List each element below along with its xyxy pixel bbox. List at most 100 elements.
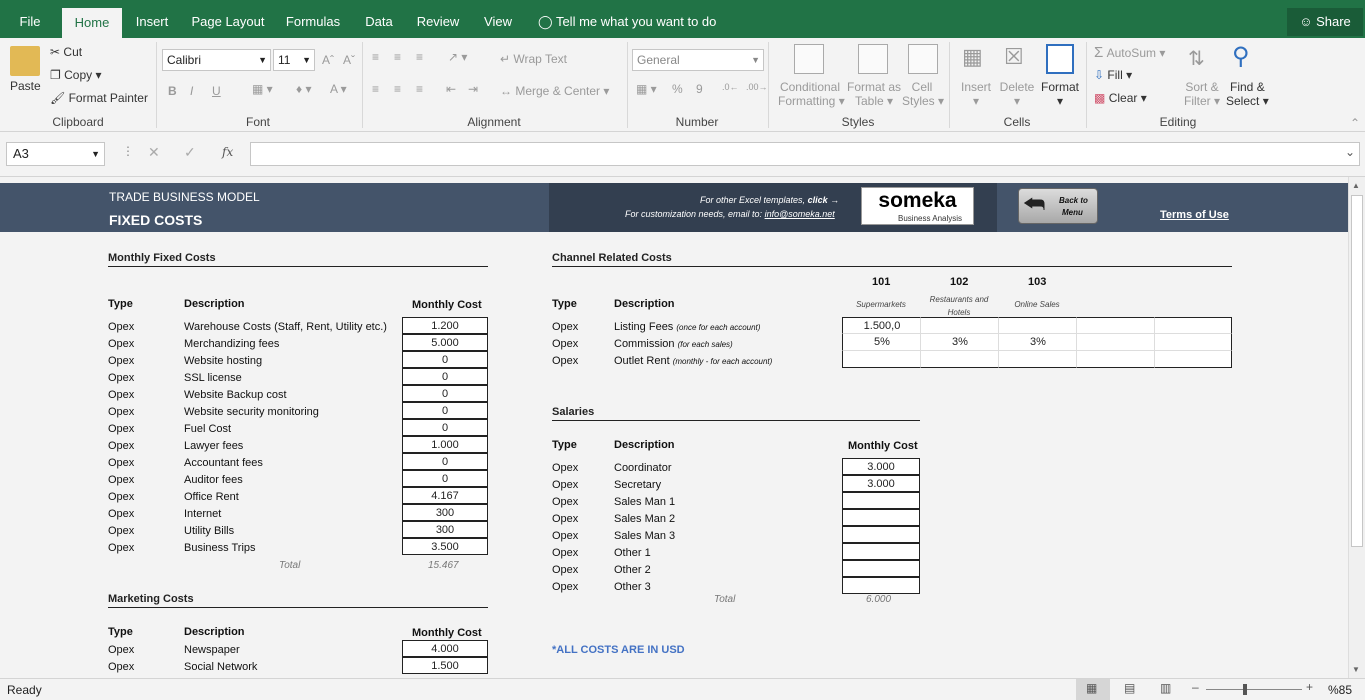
format-as-table-button[interactable]: Format as Table ▾	[846, 80, 902, 108]
someka-logo[interactable]: someka Business Analysis	[861, 187, 974, 225]
promo-click-link[interactable]: click	[808, 195, 828, 205]
channel-value-cell[interactable]	[1154, 334, 1232, 351]
merge-center-button[interactable]: ↔ Merge & Center ▾	[500, 84, 609, 98]
format-painter-button[interactable]: 🖌 Format Painter	[50, 91, 148, 105]
channel-value-cell[interactable]	[920, 317, 999, 334]
percent-button[interactable]: %	[672, 82, 683, 96]
tab-file[interactable]: File	[8, 0, 52, 38]
monthly-row-cost[interactable]: 1.000	[402, 436, 488, 453]
monthly-row-cost[interactable]: 0	[402, 470, 488, 487]
monthly-row-cost[interactable]: 300	[402, 504, 488, 521]
delete-cells-button[interactable]: Delete ▾	[998, 80, 1036, 108]
cut-button[interactable]: ✂ Cut	[50, 45, 82, 59]
cell-styles-button[interactable]: Cell Styles ▾	[902, 80, 944, 108]
channel-value-cell[interactable]	[998, 317, 1077, 334]
collapse-ribbon-icon[interactable]: ⌃	[1350, 116, 1360, 130]
tab-insert[interactable]: Insert	[128, 0, 176, 38]
font-name-select[interactable]: Calibri ▼	[162, 49, 271, 71]
channel-value-cell[interactable]	[920, 351, 999, 368]
scroll-down-icon[interactable]: ▼	[1352, 665, 1360, 674]
salary-row-cost[interactable]	[842, 492, 920, 509]
salary-row-cost[interactable]	[842, 509, 920, 526]
paste-button[interactable]: Paste	[10, 79, 41, 93]
formula-input[interactable]: ⌄	[250, 142, 1360, 166]
insert-cells-button[interactable]: Insert ▾	[958, 80, 994, 108]
channel-value-cell[interactable]: 3%	[920, 334, 999, 351]
wrap-text-button[interactable]: ↵ Wrap Text	[500, 52, 567, 66]
underline-button[interactable]: U	[212, 84, 221, 98]
channel-value-cell[interactable]	[1154, 317, 1232, 334]
tab-view[interactable]: View	[474, 0, 522, 38]
fill-button[interactable]: ⇩ Fill ▾	[1094, 68, 1132, 82]
font-size-select[interactable]: 11 ▼	[273, 49, 315, 71]
fill-color-icon[interactable]: ♦ ▾	[296, 82, 311, 96]
normal-view-button[interactable]: ▦	[1076, 679, 1110, 700]
insert-function-icon[interactable]: fx	[222, 145, 233, 159]
zoom-in-icon[interactable]: +	[1306, 680, 1313, 694]
comma-button[interactable]: 9	[696, 82, 703, 96]
align-center-icon[interactable]: ≡	[394, 82, 401, 96]
tell-me-search[interactable]: ◯ Tell me what you want to do	[538, 0, 718, 38]
increase-decimal-icon[interactable]: .0←	[722, 82, 739, 92]
sort-filter-button[interactable]: Sort & Filter ▾	[1184, 80, 1220, 108]
copy-button[interactable]: ❐ Copy ▾	[50, 68, 101, 82]
monthly-row-cost[interactable]: 0	[402, 453, 488, 470]
marketing-row-cost[interactable]: 4.000	[402, 640, 488, 657]
salary-row-cost[interactable]	[842, 526, 920, 543]
back-to-menu-button[interactable]: ⮪ Back to Menu	[1018, 188, 1098, 224]
align-top-icon[interactable]: ≡	[372, 50, 379, 64]
number-format-select[interactable]: General ▼	[632, 49, 764, 71]
tab-formulas[interactable]: Formulas	[280, 0, 346, 38]
share-button[interactable]: ☺ Share	[1287, 8, 1363, 36]
font-color-icon[interactable]: A ▾	[330, 82, 347, 96]
find-select-button[interactable]: Find & Select ▾	[1226, 80, 1269, 108]
monthly-row-cost[interactable]: 0	[402, 385, 488, 402]
channel-value-cell[interactable]: 3%	[998, 334, 1077, 351]
channel-value-cell[interactable]	[1076, 351, 1155, 368]
channel-value-cell[interactable]	[1076, 334, 1155, 351]
scroll-up-icon[interactable]: ▲	[1352, 181, 1360, 190]
align-bottom-icon[interactable]: ≡	[416, 50, 423, 64]
salary-row-cost[interactable]	[842, 577, 920, 594]
italic-button[interactable]: I	[190, 84, 193, 98]
name-box[interactable]: A3 ▼	[6, 142, 105, 166]
page-break-view-icon[interactable]: ▥	[1160, 681, 1171, 695]
currency-icon[interactable]: ▦ ▾	[636, 82, 657, 96]
monthly-row-cost[interactable]: 300	[402, 521, 488, 538]
grow-font-icon[interactable]: Aˆ	[322, 53, 334, 67]
zoom-level[interactable]: %85	[1328, 683, 1352, 697]
email-link[interactable]: info@someka.net	[765, 209, 835, 219]
channel-value-cell[interactable]	[998, 351, 1077, 368]
monthly-row-cost[interactable]: 0	[402, 402, 488, 419]
zoom-slider[interactable]	[1206, 689, 1302, 690]
zoom-slider-thumb[interactable]	[1243, 684, 1247, 695]
borders-icon[interactable]: ▦ ▾	[252, 82, 273, 96]
monthly-row-cost[interactable]: 0	[402, 419, 488, 436]
terms-of-use-link[interactable]: Terms of Use	[1160, 209, 1229, 221]
monthly-row-cost[interactable]: 3.500	[402, 538, 488, 555]
align-left-icon[interactable]: ≡	[372, 82, 379, 96]
page-layout-view-icon[interactable]: ▤	[1124, 681, 1135, 695]
scroll-thumb[interactable]	[1351, 195, 1363, 547]
salary-row-cost[interactable]: 3.000	[842, 475, 920, 492]
tab-data[interactable]: Data	[356, 0, 402, 38]
channel-value-cell[interactable]	[1076, 317, 1155, 334]
monthly-row-cost[interactable]: 5.000	[402, 334, 488, 351]
shrink-font-icon[interactable]: Aˇ	[343, 53, 355, 67]
increase-indent-icon[interactable]: ⇥	[468, 82, 478, 96]
conditional-formatting-button[interactable]: Conditional Formatting ▾	[778, 80, 845, 108]
zoom-out-icon[interactable]: –	[1192, 680, 1199, 694]
monthly-row-cost[interactable]: 4.167	[402, 487, 488, 504]
tab-review[interactable]: Review	[412, 0, 464, 38]
bold-button[interactable]: B	[168, 84, 177, 98]
decrease-indent-icon[interactable]: ⇤	[446, 82, 456, 96]
cancel-icon[interactable]: ✕	[148, 144, 160, 161]
monthly-row-cost[interactable]: 0	[402, 351, 488, 368]
channel-value-cell[interactable]: 5%	[842, 334, 921, 351]
vertical-scrollbar[interactable]: ▲ ▼	[1348, 177, 1365, 678]
salary-row-cost[interactable]	[842, 543, 920, 560]
channel-value-cell[interactable]: 1.500,0	[842, 317, 921, 334]
decrease-decimal-icon[interactable]: .00→	[746, 82, 768, 92]
marketing-row-cost[interactable]: 1.500	[402, 657, 488, 674]
format-cells-button[interactable]: Format ▾	[1038, 80, 1082, 108]
